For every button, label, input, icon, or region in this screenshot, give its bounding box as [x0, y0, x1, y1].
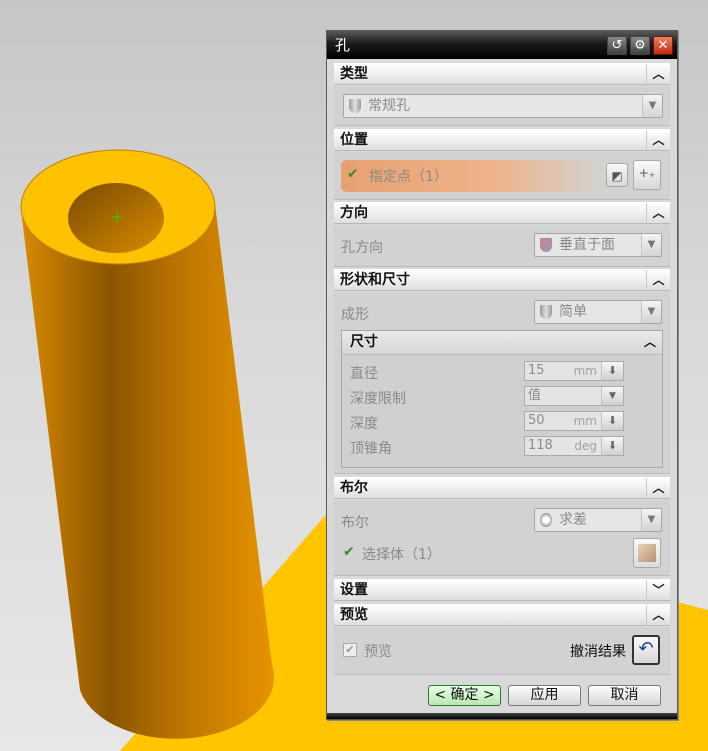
simple-hole-icon — [540, 305, 552, 319]
specify-point-row[interactable]: ✔ 指定点（1） — [341, 160, 603, 192]
section-settings-header[interactable]: 设置 ﹀ — [334, 579, 670, 601]
depth-field[interactable]: 50 mm ⬇ — [524, 411, 624, 431]
chevron-down-icon[interactable]: ▼ — [641, 234, 661, 256]
apply-button[interactable]: 应用 — [508, 685, 581, 706]
close-icon[interactable]: ✕ — [653, 36, 673, 55]
chevron-down-icon[interactable]: ▼ — [641, 301, 661, 323]
dimensions-group: 尺寸 ︿ 直径 15 mm ⬇ 深度限制 值 ▼ 深度 50 mm ⬇ 顶锥角 — [341, 330, 663, 468]
dialog-bottom-bar — [327, 713, 677, 719]
sketch-point-icon[interactable]: ◩ — [606, 163, 628, 187]
solid-body-icon[interactable] — [633, 538, 661, 568]
chevron-up-icon[interactable]: ︿ — [646, 130, 670, 151]
arrow-down-icon[interactable]: ⬇ — [601, 437, 623, 455]
chevron-up-icon[interactable]: ︿ — [646, 203, 670, 224]
cancel-button[interactable]: 取消 — [588, 685, 661, 706]
reset-icon[interactable]: ↺ — [607, 36, 627, 55]
section-boolean-header[interactable]: 布尔 ︿ — [334, 477, 670, 499]
point-dialog-icon[interactable]: +₊ — [633, 160, 661, 190]
check-icon: ✔ — [347, 166, 359, 182]
hole-opening — [68, 183, 164, 253]
gear-icon[interactable]: ⚙ — [630, 36, 650, 55]
chevron-up-icon[interactable]: ︿ — [646, 605, 670, 626]
chevron-up-icon[interactable]: ︿ — [646, 478, 670, 499]
section-position-header[interactable]: 位置 ︿ — [334, 129, 670, 151]
tip-angle-field[interactable]: 118 deg ⬇ — [524, 436, 624, 456]
section-position-body: ✔ 指定点（1） ◩ +₊ — [334, 152, 670, 200]
chevron-up-icon[interactable]: ︿ — [646, 64, 670, 85]
dialog-titlebar[interactable]: 孔 ↺ ⚙ ✕ — [327, 31, 677, 59]
section-direction-body: 孔方向 垂直于面 ▼ — [334, 225, 670, 267]
dialog-title: 孔 — [335, 36, 351, 54]
diameter-field[interactable]: 15 mm ⬇ — [524, 361, 624, 381]
arrow-down-icon[interactable]: ⬇ — [601, 362, 623, 380]
dimensions-header[interactable]: 尺寸 ︿ — [342, 331, 662, 355]
hole-direction-select[interactable]: 垂直于面 ▼ — [534, 233, 662, 257]
chevron-down-icon[interactable]: ▼ — [601, 387, 623, 405]
chevron-down-icon[interactable]: ▼ — [642, 95, 662, 117]
check-icon: ✔ — [343, 544, 355, 560]
chevron-down-icon[interactable]: ﹀ — [646, 580, 670, 601]
form-select[interactable]: 简单 ▼ — [534, 300, 662, 324]
undo-result-icon[interactable]: ↶ — [632, 635, 660, 665]
section-type-body: 常规孔 ▼ — [334, 86, 670, 126]
section-direction-header[interactable]: 方向 ︿ — [334, 202, 670, 224]
section-type-header[interactable]: 类型 ︿ — [334, 63, 670, 85]
depth-limit-select[interactable]: 值 ▼ — [524, 386, 624, 406]
section-preview-header[interactable]: 预览 ︿ — [334, 604, 670, 626]
subtract-icon — [540, 513, 552, 527]
chevron-down-icon[interactable]: ▼ — [641, 509, 661, 531]
chevron-up-icon[interactable]: ︿ — [644, 331, 656, 354]
hole-dialog: 孔 ↺ ⚙ ✕ 类型 ︿ 常规孔 ▼ 位置 ︿ ✔ 指定点（1） ◩ +₊ 方向… — [326, 30, 678, 720]
boolean-select[interactable]: 求差 ▼ — [534, 508, 662, 532]
arrow-down-icon[interactable]: ⬇ — [601, 412, 623, 430]
preview-checkbox[interactable]: ✔ — [343, 643, 357, 657]
section-shape-body: 成形 简单 ▼ 尺寸 ︿ 直径 15 mm ⬇ 深度限制 值 ▼ 深度 50 m… — [334, 292, 670, 474]
hole-icon — [349, 99, 361, 113]
ok-button[interactable]: < 确定 > — [428, 685, 501, 706]
section-boolean-body: 布尔 求差 ▼ ✔ 选择体（1） — [334, 500, 670, 576]
section-shape-header[interactable]: 形状和尺寸 ︿ — [334, 269, 670, 291]
face-normal-icon — [540, 238, 552, 252]
chevron-up-icon[interactable]: ︿ — [646, 270, 670, 291]
hole-type-select[interactable]: 常规孔 ▼ — [343, 94, 663, 118]
section-preview-body: ✔ 预览 撤消结果 ↶ — [334, 627, 670, 675]
